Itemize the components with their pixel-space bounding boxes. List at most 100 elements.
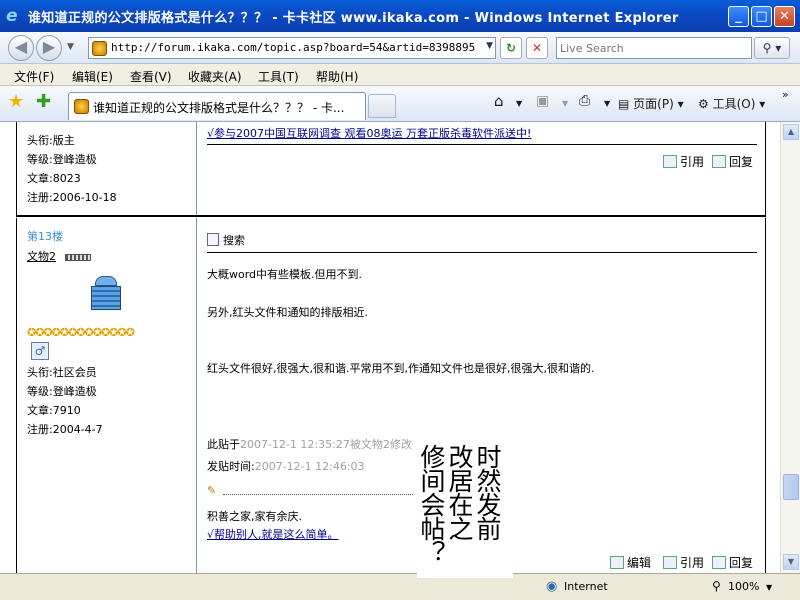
- menu-help[interactable]: 帮助(H): [316, 68, 358, 85]
- author-title: 头衔:社区会员: [27, 366, 97, 379]
- new-tab-button[interactable]: [368, 94, 396, 118]
- menu-file[interactable]: 文件(F): [14, 68, 54, 85]
- menu-bar: 文件(F) 编辑(E) 查看(V) 收藏夹(A) 工具(T) 帮助(H): [0, 64, 800, 86]
- feeds-dropdown-icon[interactable]: ▼: [562, 99, 568, 108]
- tools-menu-label: 工具(O): [712, 97, 756, 111]
- floor-number: 第13楼: [27, 230, 63, 243]
- signature-text: 积善之家,家有余庆.: [207, 510, 302, 523]
- quote-button[interactable]: 引用: [663, 554, 704, 571]
- stop-button[interactable]: ✕: [526, 37, 548, 59]
- search-label: 搜索: [223, 234, 245, 247]
- forward-button[interactable]: ▶: [36, 35, 62, 61]
- minimize-button[interactable]: _: [728, 6, 749, 27]
- author-articles: 文章:8023: [27, 172, 81, 185]
- scroll-down-button[interactable]: ▼: [783, 554, 799, 570]
- page-menu[interactable]: ▤ 页面(P) ▾: [618, 95, 684, 112]
- post-time-value: 2007-12-1 12:46:03: [254, 460, 365, 473]
- chevron-more-icon[interactable]: »: [782, 88, 789, 101]
- address-toolbar: ◀ ▶ ▼ http://forum.ikaka.com/topic.asp?b…: [0, 32, 800, 64]
- back-button[interactable]: ◀: [8, 35, 34, 61]
- menu-edit[interactable]: 编辑(E): [72, 68, 113, 85]
- post-author-panel: 第13楼 文物2 ✪✪✪✪✪✪✪✪✪✪✪✪✪ ♂ 头衔:社区会员 等级:登峰造极…: [17, 218, 197, 573]
- quote-label: 引用: [680, 155, 705, 169]
- history-dropdown-icon[interactable]: ▼: [67, 42, 74, 52]
- refresh-button[interactable]: ↻: [500, 37, 522, 59]
- post-time-prefix: 发贴时间:: [207, 460, 255, 473]
- post-13: 第13楼 文物2 ✪✪✪✪✪✪✪✪✪✪✪✪✪ ♂ 头衔:社区会员 等级:登峰造极…: [16, 218, 766, 573]
- address-field[interactable]: http://forum.ikaka.com/topic.asp?board=5…: [88, 37, 496, 59]
- edit-button[interactable]: 编辑: [610, 554, 651, 571]
- search-doc-icon: [207, 233, 219, 246]
- edit-prefix: 此贴于: [207, 438, 240, 451]
- zoom-icon[interactable]: ⚲: [712, 579, 721, 593]
- address-dropdown-icon[interactable]: ▼: [486, 41, 493, 51]
- quote-label: 引用: [680, 556, 705, 570]
- tab-favicon-icon: [74, 99, 89, 114]
- close-button[interactable]: ✕: [774, 6, 795, 27]
- overlay-column-2: 改居在之: [445, 444, 474, 540]
- favorites-center-icon[interactable]: ★: [8, 91, 24, 112]
- home-dropdown-icon[interactable]: ▼: [516, 99, 522, 108]
- title-bar: e 谁知道正规的公文排版格式是什么？？？ - 卡卡社区 www.ikaka.co…: [0, 0, 800, 32]
- scroll-up-button[interactable]: ▲: [783, 124, 799, 140]
- active-tab[interactable]: 谁知道正规的公文排版格式是什么？？？ - 卡...: [68, 92, 366, 120]
- search-input[interactable]: [557, 38, 747, 58]
- divider: [207, 252, 757, 253]
- author-level: 等级:登峰造极: [27, 153, 97, 166]
- zoom-dropdown-icon[interactable]: ▼: [766, 583, 772, 592]
- signature-link[interactable]: √参与2007中国互联网调查 观看08奥运 万套正版杀毒软件派送中!: [207, 125, 531, 141]
- menu-favorites[interactable]: 收藏夹(A): [188, 68, 242, 85]
- menu-view[interactable]: 查看(V): [130, 68, 172, 85]
- scroll-thumb[interactable]: [783, 474, 799, 500]
- reply-button[interactable]: 回复: [712, 153, 753, 170]
- reply-icon: [712, 556, 726, 569]
- gender-badge-icon: [65, 254, 91, 261]
- overlay-column-3: 修间会帖？: [417, 444, 446, 564]
- rank-stars-icon: ✪✪✪✪✪✪✪✪✪✪✪✪✪: [27, 326, 135, 339]
- vertical-scrollbar[interactable]: ▲ ▼: [780, 122, 800, 573]
- post-line-2: 另外,红头文件和通知的排版相近.: [207, 306, 368, 319]
- author-avatar[interactable]: [89, 276, 123, 312]
- reply-button[interactable]: 回复: [712, 554, 753, 571]
- reply-label: 回复: [729, 155, 754, 169]
- signature-link[interactable]: √帮助别人,就是这么简单。: [207, 526, 339, 542]
- home-icon[interactable]: ⌂: [494, 92, 504, 110]
- site-favicon-icon: [92, 41, 107, 56]
- author-articles: 文章:7910: [27, 404, 81, 417]
- edit-icon: [610, 556, 624, 569]
- male-gender-icon: ♂: [31, 342, 49, 360]
- print-icon[interactable]: ⎙: [579, 93, 590, 109]
- search-button[interactable]: ⚲ ▾: [754, 37, 790, 59]
- overlay-column-1: 时然发前: [473, 444, 502, 540]
- pencil-icon: ✎: [207, 484, 217, 497]
- tab-bar: ★ ✚ 谁知道正规的公文排版格式是什么？？？ - 卡... ⌂ ▼ ▣ ▼ ⎙ …: [0, 86, 800, 122]
- feeds-icon[interactable]: ▣: [536, 93, 549, 109]
- search-box[interactable]: [556, 37, 752, 59]
- edit-label: 编辑: [627, 556, 652, 570]
- author-title: 头衔:版主: [27, 134, 75, 147]
- edit-info: 此贴于2007-12-1 12:35:27被文物2修改: [207, 436, 412, 452]
- search-link[interactable]: 搜索: [207, 232, 245, 248]
- maximize-button[interactable]: □: [751, 6, 772, 27]
- post-author-panel: 头衔:版主 等级:登峰造极 文章:8023 注册:2006-10-18: [17, 122, 197, 215]
- post-time: 发贴时间:2007-12-1 12:46:03: [207, 458, 365, 474]
- quote-button[interactable]: 引用: [663, 153, 704, 170]
- menu-tools[interactable]: 工具(T): [258, 68, 299, 85]
- quote-icon: [663, 556, 677, 569]
- add-favorites-icon[interactable]: ✚: [36, 91, 51, 112]
- zone-label: Internet: [564, 580, 608, 593]
- status-bar: ◉ Internet ⚲ 100% ▼: [0, 573, 800, 600]
- tools-menu[interactable]: ⚙ 工具(O) ▾: [698, 95, 765, 112]
- zoom-level[interactable]: 100%: [728, 580, 759, 593]
- divider: [207, 144, 757, 145]
- author-level: 等级:登峰造极: [27, 385, 97, 398]
- reply-icon: [712, 155, 726, 168]
- globe-icon: ◉: [546, 579, 558, 594]
- author-registered: 注册:2006-10-18: [27, 191, 117, 204]
- address-url: http://forum.ikaka.com/topic.asp?board=5…: [111, 41, 476, 54]
- edit-time: 2007-12-1 12:35:27被文物2修改: [240, 438, 412, 451]
- author-name[interactable]: 文物2: [27, 250, 56, 263]
- print-dropdown-icon[interactable]: ▼: [604, 99, 610, 108]
- post-line-1: 大概word中有些模板.但用不到.: [207, 268, 363, 281]
- overlay-caption: 时然发前 改居在之 修间会帖？: [417, 444, 513, 578]
